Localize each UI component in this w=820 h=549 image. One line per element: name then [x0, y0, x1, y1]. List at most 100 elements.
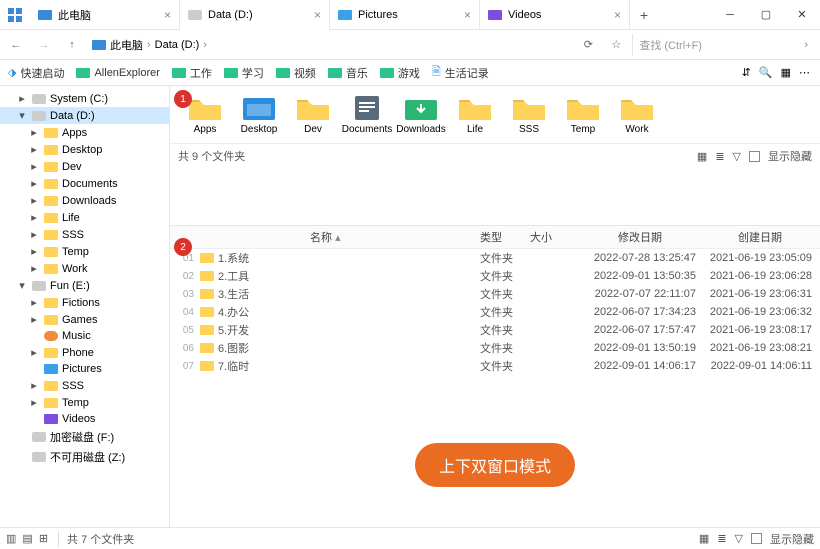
- folder-icon-cell[interactable]: SSS: [502, 92, 556, 137]
- win-start[interactable]: [0, 0, 30, 30]
- tab-close-icon[interactable]: ×: [464, 8, 471, 22]
- tree-expander[interactable]: ▸: [28, 346, 40, 359]
- tree-item[interactable]: ▾ Data (D:): [0, 107, 169, 124]
- bookmark-item[interactable]: AllenExplorer: [72, 61, 163, 84]
- tree-item[interactable]: ▾ Fun (E:): [0, 277, 169, 294]
- bookmark-item[interactable]: 工作: [168, 61, 216, 84]
- tree-item[interactable]: 加密磁盘 (F:): [0, 427, 169, 447]
- view-list-icon[interactable]: ≣: [715, 150, 724, 163]
- table-row[interactable]: 01 1.系统 文件夹 2022-07-28 13:25:47 2021-06-…: [170, 249, 820, 267]
- refresh-button[interactable]: ⟳: [576, 33, 600, 57]
- view-toggle-3[interactable]: ⊞: [39, 532, 48, 545]
- bookmark-item[interactable]: 游戏: [376, 61, 424, 84]
- tree-expander[interactable]: ▸: [28, 143, 40, 156]
- tab-close-icon[interactable]: ×: [164, 8, 171, 22]
- forward-button[interactable]: →: [32, 33, 56, 57]
- tree-item[interactable]: ▸ Apps: [0, 124, 169, 141]
- view-toggle-1[interactable]: ▥: [6, 532, 16, 545]
- tree-expander[interactable]: ▸: [28, 296, 40, 309]
- close-button[interactable]: ✕: [784, 0, 820, 30]
- folder-icon-cell[interactable]: Dev: [286, 92, 340, 137]
- folder-icon-cell[interactable]: Life: [448, 92, 502, 137]
- layout-icon[interactable]: ▦: [781, 66, 791, 79]
- folder-icon-cell[interactable]: Work: [610, 92, 664, 137]
- maximize-button[interactable]: ▢: [748, 0, 784, 30]
- filter-icon[interactable]: ▽: [735, 532, 743, 545]
- tree-expander[interactable]: ▸: [28, 396, 40, 409]
- tree-item[interactable]: ▸ Temp: [0, 394, 169, 411]
- col-mod[interactable]: 修改日期: [580, 229, 700, 245]
- tree-item[interactable]: ▸ SSS: [0, 226, 169, 243]
- tree-expander[interactable]: ▾: [16, 279, 28, 292]
- up-button[interactable]: ↑: [60, 33, 84, 57]
- tree-expander[interactable]: ▸: [28, 177, 40, 190]
- new-tab-button[interactable]: +: [630, 7, 658, 23]
- table-row[interactable]: 04 4.办公 文件夹 2022-06-07 17:34:23 2021-06-…: [170, 303, 820, 321]
- bookmark-item[interactable]: 学习: [220, 61, 268, 84]
- col-create[interactable]: 创建日期: [700, 229, 820, 245]
- tree-item[interactable]: 不可用磁盘 (Z:): [0, 447, 169, 467]
- tree-item[interactable]: ▸ Phone: [0, 344, 169, 361]
- tree-expander[interactable]: ▸: [28, 228, 40, 241]
- tree-item[interactable]: ▸ System (C:): [0, 90, 169, 107]
- table-row[interactable]: 07 7.临时 文件夹 2022-09-01 14:06:17 2022-09-…: [170, 357, 820, 375]
- breadcrumb-0[interactable]: 此电脑: [110, 37, 143, 53]
- star-button[interactable]: ☆: [604, 33, 628, 57]
- tab[interactable]: Pictures ×: [330, 0, 480, 30]
- tree-expander[interactable]: ▸: [28, 126, 40, 139]
- tree-item[interactable]: ▸ Dev: [0, 158, 169, 175]
- search-icon[interactable]: 🔍: [759, 66, 773, 79]
- table-row[interactable]: 05 5.开发 文件夹 2022-06-07 17:57:47 2021-06-…: [170, 321, 820, 339]
- search-input[interactable]: 查找 (Ctrl+F): [632, 34, 792, 56]
- dualpane-icon[interactable]: ⇵: [742, 66, 751, 79]
- col-type[interactable]: 类型: [480, 229, 530, 245]
- bookmark-item[interactable]: ⬗快速启动: [4, 61, 68, 84]
- tab[interactable]: 此电脑 ×: [30, 0, 180, 30]
- folder-icon-cell[interactable]: Desktop: [232, 92, 286, 137]
- expand-button[interactable]: ›: [796, 39, 816, 51]
- tree-expander[interactable]: ▾: [16, 109, 28, 122]
- view-list-icon[interactable]: ≣: [717, 532, 726, 545]
- folder-icon-cell[interactable]: Downloads: [394, 92, 448, 137]
- view-grid-icon[interactable]: ▦: [699, 532, 709, 545]
- bookmark-item[interactable]: 音乐: [324, 61, 372, 84]
- tree-item[interactable]: ▸ Documents: [0, 175, 169, 192]
- col-size[interactable]: 大小: [530, 229, 580, 245]
- bookmark-item[interactable]: 视频: [272, 61, 320, 84]
- icon-grid[interactable]: Apps Desktop Dev Documents Downloads Lif…: [170, 86, 820, 143]
- tab[interactable]: Data (D:) ×: [180, 0, 330, 30]
- list-header[interactable]: 2 名称 ▴ 类型 大小 修改日期 创建日期: [170, 226, 820, 249]
- tree-expander[interactable]: ▸: [28, 211, 40, 224]
- tab-close-icon[interactable]: ×: [614, 8, 621, 22]
- tree-item[interactable]: Music: [0, 328, 169, 344]
- tree-item[interactable]: Videos: [0, 411, 169, 427]
- tree-expander[interactable]: ▸: [28, 262, 40, 275]
- folder-icon-cell[interactable]: Documents: [340, 92, 394, 137]
- table-row[interactable]: 06 6.图影 文件夹 2022-09-01 13:50:19 2021-06-…: [170, 339, 820, 357]
- tree-expander[interactable]: ▸: [28, 160, 40, 173]
- table-row[interactable]: 02 2.工具 文件夹 2022-09-01 13:50:35 2021-06-…: [170, 267, 820, 285]
- tree-item[interactable]: ▸ Games: [0, 311, 169, 328]
- filter-icon[interactable]: ▽: [733, 150, 741, 163]
- tree-item[interactable]: ▸ Life: [0, 209, 169, 226]
- tree-expander[interactable]: ▸: [28, 245, 40, 258]
- show-hidden-checkbox[interactable]: [749, 151, 760, 162]
- tree-item[interactable]: ▸ Fictions: [0, 294, 169, 311]
- back-button[interactable]: ←: [4, 33, 28, 57]
- more-icon[interactable]: ⋯: [799, 66, 810, 79]
- tree-expander[interactable]: ▸: [16, 92, 28, 105]
- view-grid-icon[interactable]: ▦: [697, 150, 707, 163]
- bookmark-item[interactable]: 🗎生活记录: [428, 61, 493, 84]
- table-row[interactable]: 03 3.生活 文件夹 2022-07-07 22:11:07 2021-06-…: [170, 285, 820, 303]
- tab-close-icon[interactable]: ×: [314, 8, 321, 22]
- tree-item[interactable]: ▸ Desktop: [0, 141, 169, 158]
- tree-item[interactable]: ▸ SSS: [0, 377, 169, 394]
- address-bar[interactable]: 此电脑 › Data (D:) ›: [88, 37, 572, 53]
- tree-item[interactable]: ▸ Downloads: [0, 192, 169, 209]
- tree-item[interactable]: ▸ Work: [0, 260, 169, 277]
- tree-expander[interactable]: ▸: [28, 379, 40, 392]
- col-name[interactable]: 名称 ▴: [170, 229, 480, 245]
- tree-expander[interactable]: ▸: [28, 194, 40, 207]
- show-hidden-checkbox[interactable]: [751, 533, 762, 544]
- tree-expander[interactable]: ▸: [28, 313, 40, 326]
